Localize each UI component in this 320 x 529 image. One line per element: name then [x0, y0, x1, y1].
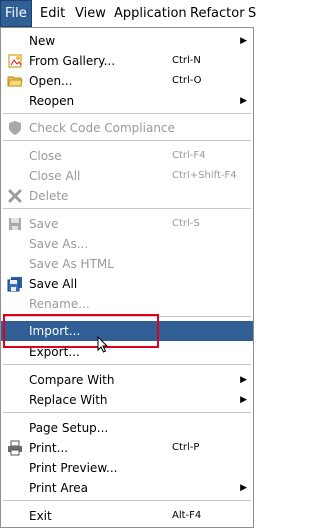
menu-item-label: Exit [29, 509, 52, 523]
shortcut-label: Ctrl+Shift-F4 [172, 170, 237, 181]
menu-bar: File Edit View Application Refactor S [0, 0, 256, 27]
menu-item-close[interactable]: Close Ctrl-F4 [1, 146, 253, 166]
menu-item-open[interactable]: Open... Ctrl-O [1, 71, 253, 91]
menu-item-label: Open... [29, 74, 73, 88]
menu-item-print[interactable]: Print... Ctrl-P [1, 438, 253, 458]
menu-item-label: Save As... [29, 237, 89, 251]
menu-item-label: Check Code Compliance [29, 121, 175, 135]
chevron-right-icon: ▶ [240, 36, 247, 46]
menu-item-export[interactable]: Export... [1, 342, 253, 362]
menu-item-label: Export... [29, 345, 80, 359]
shortcut-label: Alt-F4 [172, 510, 202, 521]
chevron-right-icon: ▶ [240, 96, 247, 106]
separator [3, 412, 251, 413]
printer-icon [7, 440, 23, 456]
menu-item-label: Delete [29, 189, 69, 203]
menu-item-delete[interactable]: Delete [1, 186, 253, 206]
menu-item-label: New [29, 34, 56, 48]
menu-item-print-area[interactable]: Print Area ▶ [1, 478, 253, 498]
separator [3, 364, 251, 365]
shortcut-label: Ctrl-N [172, 55, 201, 66]
menu-item-replace-with[interactable]: Replace With ▶ [1, 390, 253, 410]
menu-item-save[interactable]: Save Ctrl-S [1, 214, 253, 234]
floppy-stack-icon [7, 276, 23, 292]
menu-item-label: Print... [29, 441, 69, 455]
menu-item-check-code-compliance[interactable]: Check Code Compliance [1, 118, 253, 138]
menu-edit[interactable]: Edit [36, 0, 69, 27]
menu-item-compare-with[interactable]: Compare With ▶ [1, 370, 253, 390]
separator [3, 208, 251, 209]
separator [3, 316, 251, 317]
menu-s-truncated[interactable]: S [244, 0, 260, 27]
separator [3, 500, 251, 501]
chevron-right-icon: ▶ [240, 483, 247, 493]
gallery-icon [7, 53, 23, 69]
menu-item-exit[interactable]: Exit Alt-F4 [1, 506, 253, 526]
menu-refactor[interactable]: Refactor [186, 0, 249, 27]
mouse-pointer-icon [97, 335, 109, 354]
chevron-right-icon: ▶ [240, 395, 247, 405]
menu-item-label: Print Preview... [29, 461, 118, 475]
floppy-icon [7, 216, 23, 232]
menu-item-print-preview[interactable]: Print Preview... [1, 458, 253, 478]
menu-item-save-as[interactable]: Save As... [1, 234, 253, 254]
menu-item-label: Import... [29, 324, 81, 338]
menu-view[interactable]: View [71, 0, 110, 27]
menu-item-page-setup[interactable]: Page Setup... [1, 418, 253, 438]
menu-item-label: From Gallery... [29, 54, 116, 68]
menu-item-label: Save As HTML [29, 257, 114, 271]
file-menu-dropdown: New ▶ From Gallery... Ctrl-N Open... Ctr… [0, 27, 254, 528]
menu-application[interactable]: Application [110, 0, 191, 27]
menu-item-label: Print Area [29, 481, 89, 495]
menu-item-label: Save All [29, 277, 78, 291]
menu-item-label: Replace With [29, 393, 108, 407]
menu-item-label: Rename... [29, 297, 90, 311]
menu-item-save-as-html[interactable]: Save As HTML [1, 254, 253, 274]
menu-item-label: Page Setup... [29, 421, 109, 435]
delete-x-icon [7, 188, 23, 204]
shield-icon [7, 120, 23, 136]
menu-item-label: Compare With [29, 373, 115, 387]
folder-icon [7, 73, 23, 89]
menu-item-label: Reopen [29, 94, 75, 108]
menu-item-label: Save [29, 217, 59, 231]
shortcut-label: Ctrl-P [172, 442, 200, 453]
menu-item-save-all[interactable]: Save All [1, 274, 253, 294]
menu-item-new[interactable]: New ▶ [1, 31, 253, 51]
menu-item-label: Close [29, 149, 62, 163]
menu-item-from-gallery[interactable]: From Gallery... Ctrl-N [1, 51, 253, 71]
separator [3, 140, 251, 141]
separator [3, 113, 251, 114]
menu-item-reopen[interactable]: Reopen ▶ [1, 91, 253, 111]
menu-item-import[interactable]: Import... [1, 321, 253, 341]
shortcut-label: Ctrl-F4 [172, 150, 206, 161]
menu-file[interactable]: File [0, 0, 32, 27]
chevron-right-icon: ▶ [240, 375, 247, 385]
menu-item-label: Close All [29, 169, 81, 183]
shortcut-label: Ctrl-O [172, 75, 202, 86]
menu-item-rename[interactable]: Rename... [1, 294, 253, 314]
menu-item-close-all[interactable]: Close All Ctrl+Shift-F4 [1, 166, 253, 186]
shortcut-label: Ctrl-S [172, 218, 200, 229]
